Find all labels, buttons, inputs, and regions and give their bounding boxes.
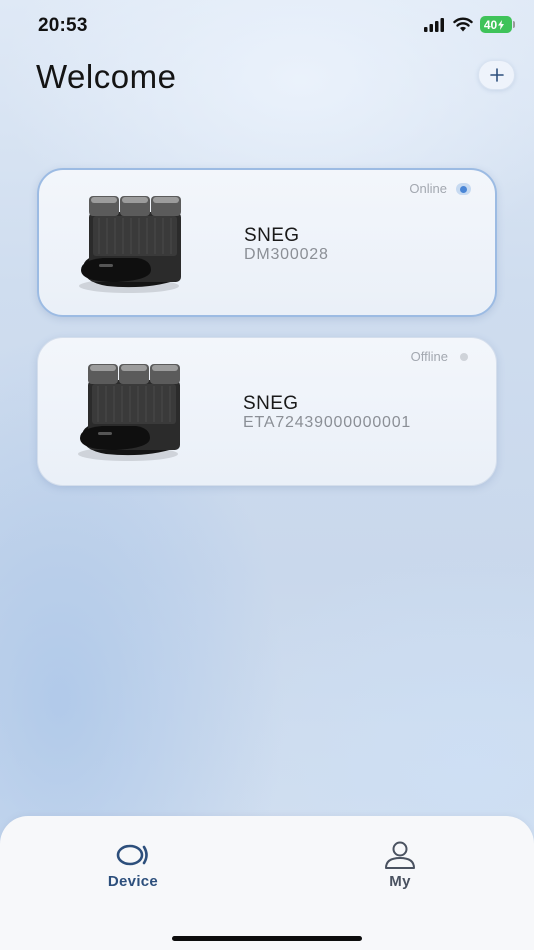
device-status-label: Online [409,181,447,196]
device-card[interactable]: SNEG ETA72439000000001 Offline [37,337,497,486]
device-serial: DM300028 [244,246,329,263]
offline-status-dot-icon [460,353,468,361]
charging-bolt-icon [498,19,505,30]
robot-vacuum-station-image [78,364,180,461]
page-title: Welcome [36,58,177,95]
device-name: SNEG [243,393,299,414]
robot-vacuum-station-image [79,196,181,293]
device-status-label: Offline [410,349,448,364]
status-bar: 20:53 40 [0,0,534,54]
tab-my[interactable]: My [340,840,460,900]
home-indicator[interactable] [172,936,362,941]
bottom-tab-bar: Device My [0,816,534,950]
tab-my-label: My [389,873,411,890]
device-serial: ETA72439000000001 [243,414,412,431]
status-indicators: 40 [424,16,515,33]
person-icon [385,841,415,869]
status-time: 20:53 [38,15,88,36]
plus-icon [489,68,504,82]
cellular-signal-icon [424,17,444,32]
online-status-dot-icon [456,183,471,195]
device-tab-icon [116,844,148,866]
device-card[interactable]: SNEG DM300028 Online [37,168,497,317]
tab-device[interactable]: Device [73,840,193,900]
battery-indicator: 40 [480,16,515,33]
add-device-button[interactable] [478,60,515,90]
battery-level: 40 [483,17,498,32]
tab-device-label: Device [107,873,159,890]
wifi-icon [453,17,473,32]
device-name: SNEG [244,225,300,246]
